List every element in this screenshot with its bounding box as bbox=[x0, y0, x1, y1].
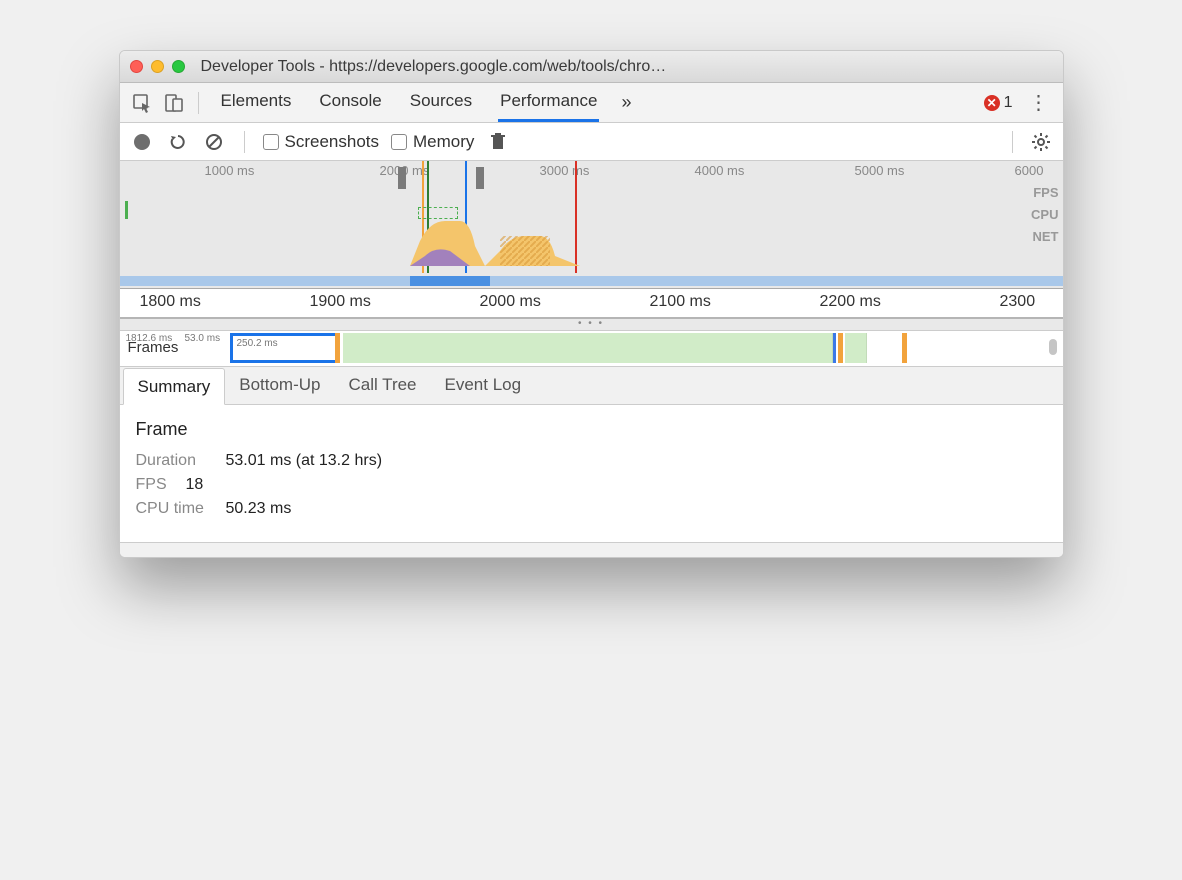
settings-icon[interactable] bbox=[1029, 130, 1053, 154]
subtab-call-tree[interactable]: Call Tree bbox=[334, 367, 430, 404]
frame-selected[interactable]: 250.2 ms bbox=[230, 333, 340, 363]
window-title: Developer Tools - https://developers.goo… bbox=[197, 58, 1053, 76]
fps-bar bbox=[125, 201, 128, 219]
summary-panel: Frame Duration 53.01 ms (at 13.2 hrs) FP… bbox=[120, 405, 1063, 543]
delete-icon[interactable] bbox=[486, 130, 510, 154]
cpu-activity-chart bbox=[410, 211, 580, 266]
screenshots-label: Screenshots bbox=[285, 132, 380, 152]
cpu-label: CPU bbox=[1031, 207, 1058, 222]
checkbox-icon bbox=[391, 134, 407, 150]
overview-handle-right[interactable] bbox=[476, 167, 484, 189]
ov-tick: 6000 bbox=[1015, 163, 1044, 178]
ruler-tick: 2000 ms bbox=[480, 293, 541, 311]
error-count-badge[interactable]: ✕ 1 bbox=[984, 94, 1013, 112]
collapse-handle[interactable]: • • • bbox=[120, 319, 1063, 331]
main-tabs: Elements Console Sources Performance bbox=[219, 83, 600, 122]
ov-tick: 1000 ms bbox=[205, 163, 255, 178]
screenshots-checkbox[interactable]: Screenshots bbox=[263, 132, 380, 152]
frames-track[interactable]: 1812.6 ms Frames 53.0 ms 250.2 ms bbox=[120, 331, 1063, 367]
summary-row: FPS 18 bbox=[136, 476, 1047, 494]
traffic-lights bbox=[130, 60, 185, 73]
panel-tab-bar: Elements Console Sources Performance » ✕… bbox=[120, 83, 1063, 123]
minimize-window-button[interactable] bbox=[151, 60, 164, 73]
tab-performance[interactable]: Performance bbox=[498, 83, 599, 122]
subtab-summary[interactable]: Summary bbox=[123, 368, 226, 405]
details-tabs: Summary Bottom-Up Call Tree Event Log bbox=[120, 367, 1063, 405]
overview-ruler: 1000 ms 2000 ms 3000 ms 4000 ms 5000 ms … bbox=[120, 161, 1063, 181]
separator bbox=[244, 131, 245, 153]
summary-title: Frame bbox=[136, 419, 1047, 440]
more-tabs-button[interactable]: » bbox=[621, 92, 631, 113]
frame-paint-slice bbox=[902, 333, 907, 363]
ov-tick: 3000 ms bbox=[540, 163, 590, 178]
frame-paint-slice bbox=[335, 333, 340, 363]
fps-label: FPS bbox=[1031, 185, 1058, 200]
device-toolbar-icon[interactable] bbox=[160, 89, 188, 117]
error-count: 1 bbox=[1004, 94, 1013, 112]
summary-row: CPU time 50.23 ms bbox=[136, 500, 1047, 518]
frames-track-label: Frames bbox=[128, 339, 179, 356]
devtools-window: Developer Tools - https://developers.goo… bbox=[119, 50, 1064, 558]
ruler-tick: 1900 ms bbox=[310, 293, 371, 311]
titlebar: Developer Tools - https://developers.goo… bbox=[120, 51, 1063, 83]
checkbox-icon bbox=[263, 134, 279, 150]
summary-key: Duration bbox=[136, 452, 214, 470]
reload-button[interactable] bbox=[166, 130, 190, 154]
ov-tick: 5000 ms bbox=[855, 163, 905, 178]
overview-timeline[interactable]: 1000 ms 2000 ms 3000 ms 4000 ms 5000 ms … bbox=[120, 161, 1063, 289]
overview-lane-labels: FPS CPU NET bbox=[1031, 185, 1058, 244]
ruler-tick: 2200 ms bbox=[820, 293, 881, 311]
ruler-tick: 1800 ms bbox=[140, 293, 201, 311]
summary-key: FPS bbox=[136, 476, 174, 494]
menu-icon[interactable]: ⋮ bbox=[1023, 90, 1055, 115]
ov-tick: 4000 ms bbox=[695, 163, 745, 178]
tab-sources[interactable]: Sources bbox=[408, 83, 474, 122]
summary-key: CPU time bbox=[136, 500, 214, 518]
clear-button[interactable] bbox=[202, 130, 226, 154]
summary-row: Duration 53.01 ms (at 13.2 hrs) bbox=[136, 452, 1047, 470]
frame-segment[interactable] bbox=[343, 333, 833, 363]
memory-checkbox[interactable]: Memory bbox=[391, 132, 474, 152]
ruler-tick: 2100 ms bbox=[650, 293, 711, 311]
separator bbox=[1012, 131, 1013, 153]
inspect-element-icon[interactable] bbox=[128, 89, 156, 117]
summary-value: 50.23 ms bbox=[226, 500, 292, 518]
memory-label: Memory bbox=[413, 132, 474, 152]
net-label: NET bbox=[1031, 229, 1058, 244]
zoom-window-button[interactable] bbox=[172, 60, 185, 73]
fps-bar bbox=[418, 207, 458, 219]
error-icon: ✕ bbox=[984, 95, 1000, 111]
overview-handle-left[interactable] bbox=[398, 167, 406, 189]
performance-toolbar: Screenshots Memory bbox=[120, 123, 1063, 161]
frame-segment[interactable] bbox=[845, 333, 867, 363]
tab-elements[interactable]: Elements bbox=[219, 83, 294, 122]
summary-value: 18 bbox=[186, 476, 204, 494]
ruler-tick: 2300 bbox=[1000, 293, 1036, 311]
frame-time-label: 250.2 ms bbox=[237, 338, 278, 349]
record-button[interactable] bbox=[130, 130, 154, 154]
scrollbar-thumb[interactable] bbox=[1049, 339, 1057, 355]
subtab-event-log[interactable]: Event Log bbox=[431, 367, 536, 404]
frame-time-label: 53.0 ms bbox=[185, 333, 221, 344]
footer-bar bbox=[120, 543, 1063, 557]
net-bar bbox=[120, 276, 1063, 286]
close-window-button[interactable] bbox=[130, 60, 143, 73]
summary-value: 53.01 ms (at 13.2 hrs) bbox=[226, 452, 383, 470]
subtab-bottom-up[interactable]: Bottom-Up bbox=[225, 367, 334, 404]
tab-console[interactable]: Console bbox=[317, 83, 383, 122]
detail-ruler[interactable]: 1800 ms 1900 ms 2000 ms 2100 ms 2200 ms … bbox=[120, 289, 1063, 319]
separator bbox=[198, 92, 199, 114]
frame-paint-slice bbox=[838, 333, 843, 363]
frame-layout-slice bbox=[833, 333, 836, 363]
